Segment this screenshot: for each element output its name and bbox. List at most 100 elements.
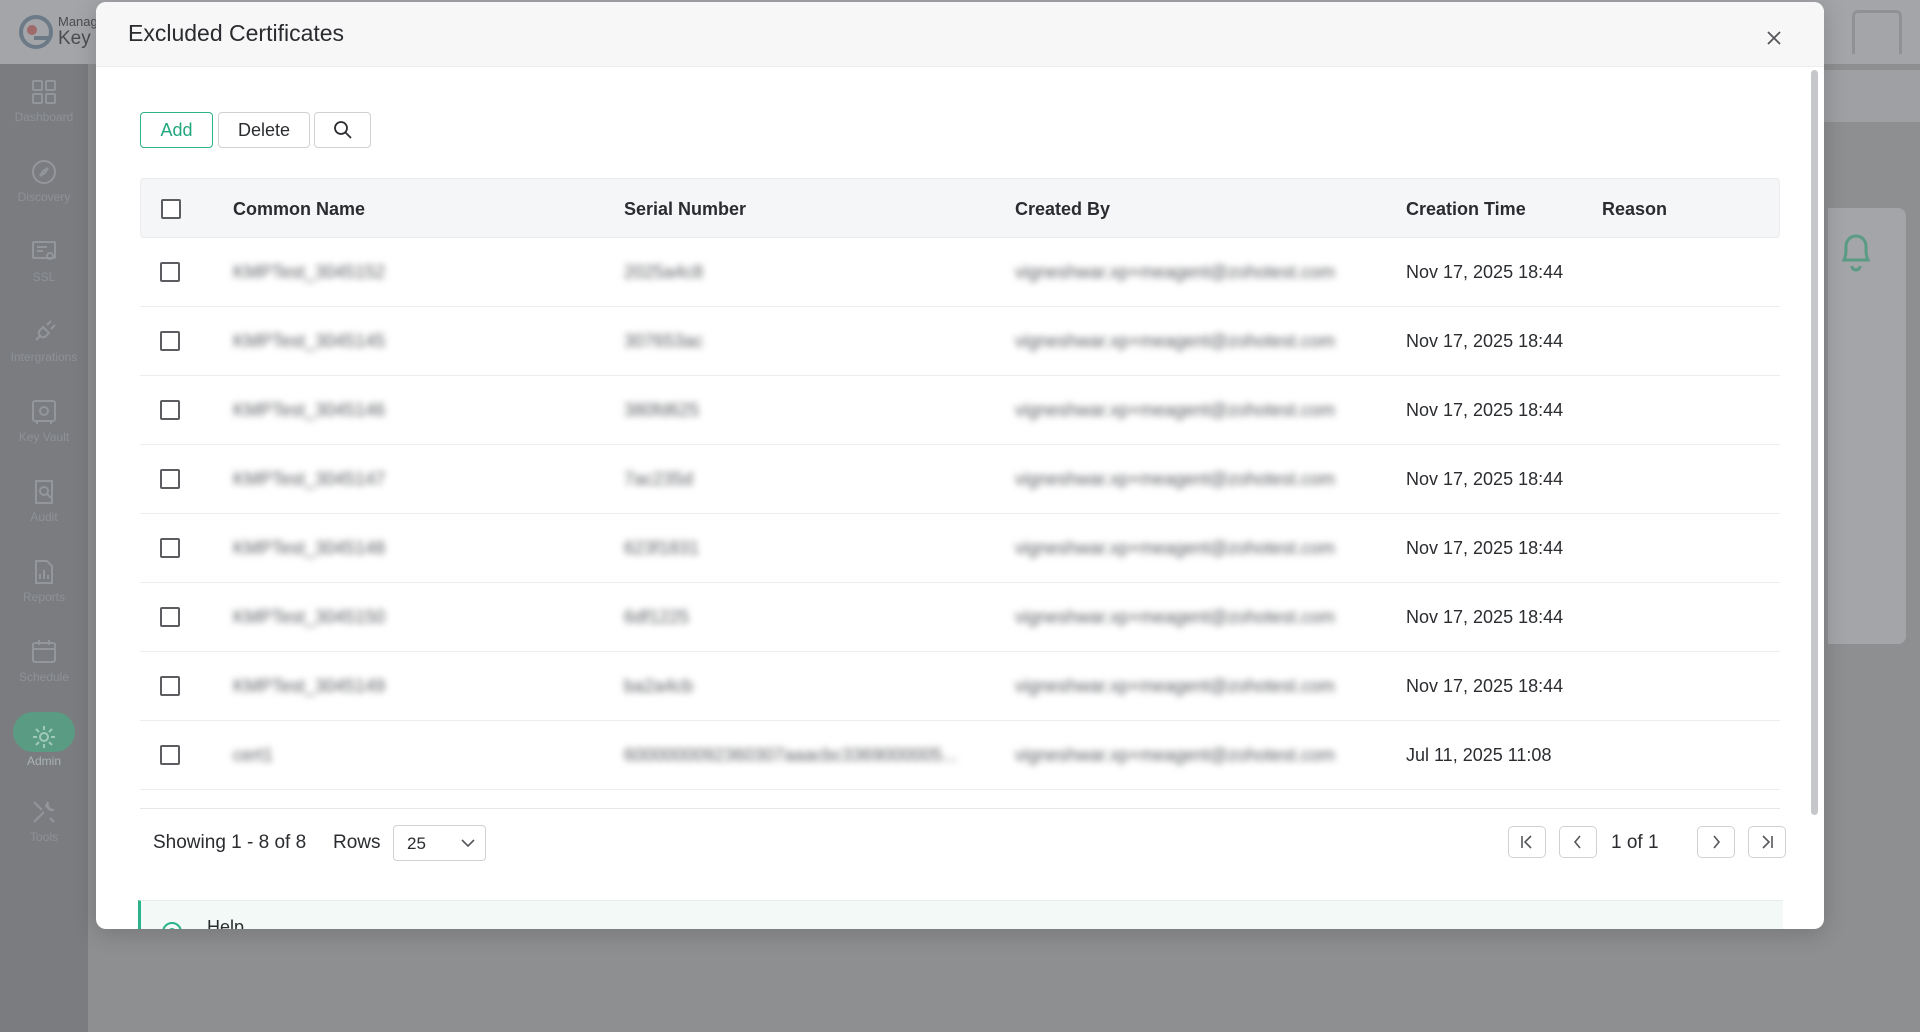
sidebar-item-label: Key Vault [18,430,70,444]
cell-serial-number: 6df1225 [624,607,690,627]
plug-icon [35,320,56,341]
app-title-line1: Manag [58,14,98,29]
cell-created-by: vigneshwar.xp+meagent@zohotest.com [1015,538,1335,558]
cell-common-name: KMPTest_3045145 [233,331,386,351]
first-page-button[interactable] [1508,826,1546,858]
sidebar-item-reports[interactable]: Reports [0,544,88,624]
cell-creation-time: Nov 17, 2025 18:44 [1406,331,1564,351]
cell-common-name: KMPTest_3045148 [233,538,386,558]
sidebar-item-discovery[interactable]: Discovery [0,144,88,224]
cell-common-name: KMPTest_3045149 [233,676,386,696]
table-row[interactable]: KMPTest_3045146 380fd625 vigneshwar.xp+mea… [140,376,1780,445]
sidebar-item-label: Admin [26,754,61,768]
cell-creation-time: Nov 17, 2025 18:44 [1406,469,1564,489]
table-row[interactable]: cert1 6000000092360307aaacbc3369000005...… [140,721,1780,790]
page-indicator: 1 of 1 [1611,832,1659,853]
sidebar-item-label: SSL [32,270,56,284]
user-avatar[interactable] [1852,10,1902,54]
sidebar-item-ssl[interactable]: SSL [0,224,88,304]
row-checkbox[interactable] [160,400,180,420]
dialog-title: Excluded Certificates [128,20,345,46]
table-row[interactable]: KMPTest_3045152 2025a4c8 vigneshwar.xp+mea… [140,238,1780,307]
cell-common-name: KMPTest_3045152 [233,262,386,282]
cell-created-by: vigneshwar.xp+meagent@zohotest.com [1015,262,1335,282]
cell-created-by: vigneshwar.xp+meagent@zohotest.com [1015,469,1335,489]
cell-serial-number: 380fd625 [624,400,700,420]
bell-icon [1841,234,1871,272]
row-checkbox[interactable] [160,676,180,696]
vault-icon [32,400,56,424]
cell-serial-number: 307653ac [624,331,704,351]
previous-page-button[interactable] [1559,826,1597,858]
select-all-checkbox[interactable] [161,199,181,219]
dashboard-icon [32,80,56,104]
row-checkbox[interactable] [160,607,180,627]
table-row[interactable]: KMPTest_3045149 ba2a4cb vigneshwar.xp+meag… [140,652,1780,721]
cell-serial-number: 623f1831 [624,538,700,558]
row-checkbox[interactable] [160,469,180,489]
table-row[interactable]: KMPTest_3045150 6df1225 vigneshwar.xp+meag… [140,583,1780,652]
column-header-created-by[interactable]: Created By [1015,199,1110,220]
cell-serial-number: ba2a4cb [624,676,694,696]
column-header-creation-time[interactable]: Creation Time [1406,199,1526,220]
delete-button[interactable]: Delete [218,112,310,148]
sidebar-item-dashboard[interactable]: Dashboard [0,64,88,144]
cell-created-by: vigneshwar.xp+meagent@zohotest.com [1015,331,1335,351]
row-checkbox[interactable] [160,331,180,351]
showing-count: Showing 1 - 8 of 8 [153,832,307,853]
gear-icon [33,726,55,748]
cell-created-by: vigneshwar.xp+meagent@zohotest.com [1015,400,1335,420]
cell-serial-number: 6000000092360307aaacbc3369000005... [624,745,958,765]
column-header-common-name[interactable]: Common Name [233,199,365,220]
sidebar-active-pill [13,712,75,752]
rows-per-page-value: 25 [407,834,426,853]
first-page-icon [1521,835,1532,849]
sidebar-item-schedule[interactable]: Schedule [0,624,88,704]
add-button[interactable]: Add [140,112,213,148]
sidebar-item-label: Reports [22,590,66,604]
tools-icon [33,801,55,823]
reports-icon [35,560,53,584]
cell-creation-time: Nov 17, 2025 18:44 [1406,262,1564,282]
help-label: Help [207,917,245,929]
sidebar-item-tools[interactable]: Tools [0,784,88,864]
help-icon [162,922,182,929]
row-checkbox[interactable] [160,538,180,558]
search-icon [333,121,352,139]
dialog-header: Excluded Certificates [96,2,1824,67]
compass-icon [32,160,56,184]
cell-creation-time: Nov 17, 2025 18:44 [1406,400,1564,420]
sidebar-item-audit[interactable]: Audit [0,464,88,544]
sidebar-item-label: Audit [30,510,58,524]
sidebar-item-key-vault[interactable]: Key Vault [0,384,88,464]
last-page-button[interactable] [1748,826,1786,858]
sidebar: Dashboard Discovery SSL Intergrations Ke… [0,64,88,1032]
cell-created-by: vigneshwar.xp+meagent@zohotest.com [1015,676,1335,696]
cell-common-name: KMPTest_3045150 [233,607,386,627]
cell-common-name: KMPTest_3045147 [233,469,386,489]
dialog-scrollbar[interactable] [1811,70,1818,815]
close-icon[interactable] [1764,28,1784,48]
column-header-serial-number[interactable]: Serial Number [624,199,746,220]
column-header-reason[interactable]: Reason [1602,199,1667,220]
ssl-certificate-icon [32,241,56,260]
rows-per-page-select[interactable]: 25 [393,825,486,861]
cell-common-name: KMPTest_3045146 [233,400,386,420]
cell-creation-time: Nov 17, 2025 18:44 [1406,538,1564,558]
search-button[interactable] [314,112,371,148]
row-checkbox[interactable] [160,745,180,765]
row-checkbox[interactable] [160,262,180,282]
table-row[interactable]: KMPTest_3045148 623f1831 vigneshwar.xp+mea… [140,514,1780,583]
help-panel[interactable]: Help [138,900,1783,929]
table-row[interactable]: KMPTest_3045147 7ac235d vigneshwar.xp+meag… [140,445,1780,514]
sidebar-item-label: Dashboard [14,110,74,124]
sidebar-item-admin[interactable]: Admin [0,704,88,784]
sidebar-item-label: Intergrations [10,350,78,364]
sidebar-item-intergrations[interactable]: Intergrations [0,304,88,384]
table-row[interactable]: KMPTest_3045145 307653ac vigneshwar.xp+mea… [140,307,1780,376]
sidebar-item-label: Discovery [17,190,71,204]
table-header: Common Name Serial Number Created By Cre… [140,178,1780,238]
next-page-button[interactable] [1697,826,1735,858]
chevron-down-icon [461,839,475,848]
cell-created-by: vigneshwar.xp+meagent@zohotest.com [1015,745,1335,765]
